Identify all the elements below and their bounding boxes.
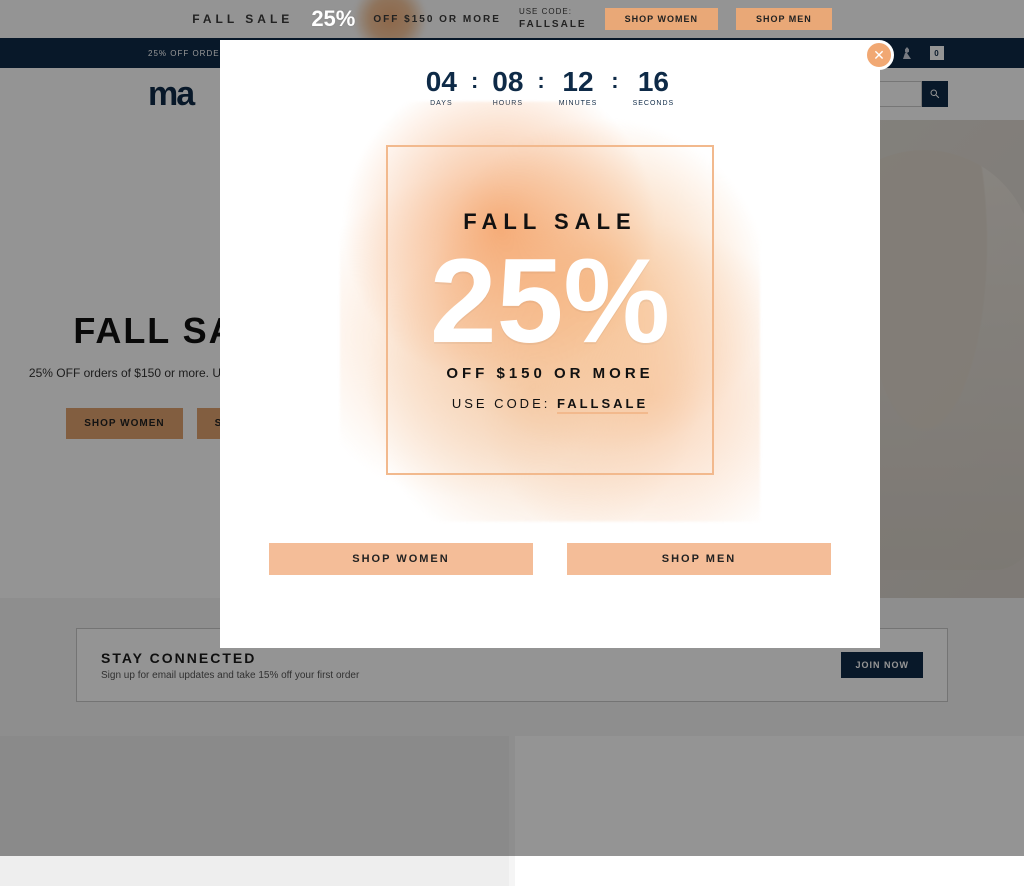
promo-code: FALLSALE [519,18,587,32]
sale-graphic: FALL SALE 25% OFF $150 OR MORE USE CODE:… [310,125,790,515]
modal-code: FALLSALE [557,396,648,414]
close-icon: ✕ [873,47,885,64]
modal-buttons: SHOP WOMEN SHOP MEN [260,543,840,575]
fall-sale-modal: ✕ 04 DAYS : 08 HOURS : 12 MINUTES : 16 S… [220,40,880,648]
banner-off-text: OFF $150 OR MORE [373,14,501,25]
countdown-seconds-value: 16 [633,66,675,98]
countdown-hours-value: 08 [492,66,523,98]
modal-percent: 25% [430,241,670,361]
modal-use-code-prefix: USE CODE: [452,396,557,411]
modal-shop-women-button[interactable]: SHOP WOMEN [269,543,533,575]
banner-fall-sale: FALL SALE [192,12,293,26]
use-code-label: USE CODE: [519,7,572,16]
sale-frame: FALL SALE 25% OFF $150 OR MORE USE CODE:… [386,145,714,475]
modal-title: FALL SALE [463,209,636,235]
countdown-minutes-value: 12 [559,66,598,98]
banner-shop-men-button[interactable]: SHOP MEN [736,8,832,30]
banner-shop-women-button[interactable]: SHOP WOMEN [605,8,718,30]
banner-code-block: USE CODE: FALLSALE [519,6,587,31]
modal-code-line: USE CODE: FALLSALE [452,396,648,411]
close-button[interactable]: ✕ [864,40,894,70]
countdown-days-value: 04 [426,66,457,98]
banner-percent: 25% [311,6,355,32]
modal-shop-men-button[interactable]: SHOP MEN [567,543,831,575]
modal-off-text: OFF $150 OR MORE [446,365,653,382]
